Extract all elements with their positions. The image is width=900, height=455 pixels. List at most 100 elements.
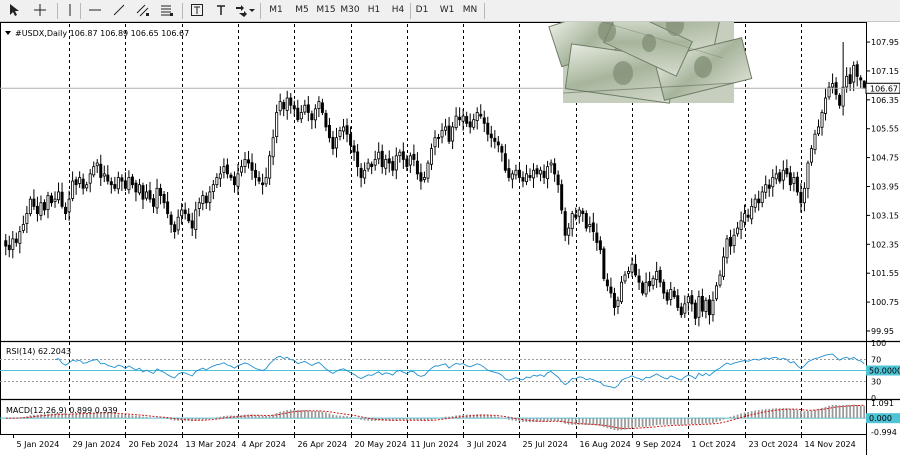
- candle-body-217: [767, 184, 771, 189]
- date-label-0: 5 Jan 2024: [17, 440, 60, 449]
- candle-body-30: [109, 181, 113, 186]
- candle-body-197: [697, 296, 701, 318]
- price-tick-label-3: 105.55: [871, 125, 899, 134]
- date-label-8: 3 Jul 2024: [467, 440, 507, 449]
- channel-icon: [136, 4, 149, 17]
- candle-body-79: [282, 102, 286, 110]
- candle-body-218: [771, 177, 775, 188]
- candle-body-238: [841, 86, 845, 107]
- candle-body-195: [690, 295, 694, 305]
- candle-body-174: [616, 299, 620, 307]
- candle-body-163: [577, 209, 581, 217]
- candle-body-202: [714, 285, 718, 300]
- timeframe-button-m30[interactable]: M30: [338, 1, 362, 20]
- fibonacci-tool-button[interactable]: [158, 1, 176, 20]
- timeframe-button-w1[interactable]: W1: [437, 1, 457, 20]
- candle-body-55: [197, 202, 201, 209]
- candle-body-26: [95, 162, 99, 167]
- candle-body-116: [412, 153, 416, 160]
- candle-body-209: [739, 220, 743, 230]
- candle-body-140: [496, 141, 500, 146]
- candle-body-145: [514, 169, 518, 176]
- timeframe-button-m5[interactable]: M5: [292, 1, 312, 20]
- candle-body-126: [447, 125, 451, 142]
- candle-body-29: [106, 174, 110, 182]
- trendline-tool-button[interactable]: [110, 1, 128, 20]
- candle-body-108: [384, 159, 388, 169]
- candle-body-130: [461, 115, 465, 122]
- candle-body-76: [271, 137, 275, 158]
- candle-body-224: [792, 177, 796, 184]
- vertical-line-tool-button[interactable]: [63, 1, 77, 20]
- candle-body-3: [14, 238, 18, 243]
- timeframe-button-h4[interactable]: H4: [388, 1, 408, 20]
- price-tick-label-10: 99.95: [871, 327, 894, 336]
- crosshair-tool-button[interactable]: [31, 1, 49, 20]
- candle-body-0: [4, 240, 8, 247]
- candle-body-18: [67, 198, 71, 213]
- candle-body-189: [669, 289, 673, 300]
- equidistant-channel-tool-button[interactable]: [134, 1, 152, 20]
- candle-body-239: [845, 75, 849, 88]
- candle-body-64: [229, 174, 233, 178]
- candle-body-59: [211, 184, 215, 192]
- rsi-level-label: 50.0000: [869, 367, 900, 376]
- date-label-2: 20 Feb 2024: [129, 440, 179, 449]
- candle-body-230: [813, 133, 817, 150]
- label-tool-button[interactable]: [212, 1, 230, 20]
- candle-body-17: [64, 206, 68, 214]
- candle-body-129: [458, 116, 462, 121]
- timeframe-button-mn[interactable]: MN: [459, 1, 481, 20]
- candle-body-96: [342, 126, 346, 132]
- candle-body-170: [602, 248, 606, 280]
- arrows-tool-button[interactable]: [234, 1, 256, 20]
- candle-body-21: [78, 177, 82, 184]
- date-label-12: 1 Oct 2024: [692, 440, 736, 449]
- candle-body-210: [743, 213, 747, 223]
- price-tick-label-2: 106.35: [871, 96, 899, 105]
- timeframe-button-m1[interactable]: M1: [266, 1, 286, 20]
- rsi-pane-label: RSI(14) 62.2043: [6, 347, 71, 356]
- candle-body-56: [201, 195, 205, 204]
- candle-body-37: [134, 182, 138, 193]
- candle-body-74: [264, 177, 268, 185]
- candle-body-240: [848, 74, 852, 84]
- candle-body-127: [451, 126, 455, 142]
- candle-body-156: [553, 163, 557, 175]
- candle-body-5: [21, 224, 25, 231]
- horizontal-line-tool-button[interactable]: [86, 1, 104, 20]
- candle-body-83: [296, 107, 300, 121]
- candle-body-173: [612, 292, 616, 308]
- candle-body-235: [831, 83, 835, 88]
- candle-body-161: [570, 213, 574, 229]
- candle-body-8: [32, 198, 36, 207]
- candle-body-244: [862, 80, 866, 89]
- timeframe-button-h1[interactable]: H1: [364, 1, 384, 20]
- candle-body-63: [225, 164, 229, 175]
- macd-tick-label-2: -0.994: [871, 428, 897, 437]
- candle-body-172: [609, 286, 613, 294]
- candle-body-51: [183, 209, 187, 215]
- cursor-tool-button[interactable]: [6, 1, 22, 20]
- candle-body-53: [190, 220, 194, 229]
- chart-area[interactable]: 107.95 107.15 106.35 105.55 104.75 103.95 103.…: [0, 22, 900, 455]
- candle-body-164: [581, 210, 585, 214]
- price-pane-title: #USDX,Daily 106.87 106.89 106.65 106.67: [15, 29, 189, 38]
- candle-body-23: [85, 184, 89, 189]
- timeframe-button-d1[interactable]: D1: [413, 1, 431, 20]
- candle-body-94: [334, 137, 338, 149]
- candle-body-36: [130, 176, 134, 186]
- timeframe-button-m15[interactable]: M15: [314, 1, 338, 20]
- candle-body-60: [215, 177, 219, 186]
- candle-body-81: [289, 97, 293, 106]
- text-tool-button[interactable]: [188, 1, 206, 20]
- candle-body-48: [173, 224, 177, 233]
- candle-body-16: [60, 191, 64, 207]
- candle-body-169: [598, 240, 602, 251]
- price-tick-label-6: 103.15: [871, 211, 899, 220]
- candle-body-216: [764, 184, 768, 193]
- price-tick-label-8: 101.55: [871, 269, 899, 278]
- candle-body-132: [468, 121, 472, 128]
- candle-body-82: [292, 105, 296, 110]
- candle-body-160: [567, 227, 571, 236]
